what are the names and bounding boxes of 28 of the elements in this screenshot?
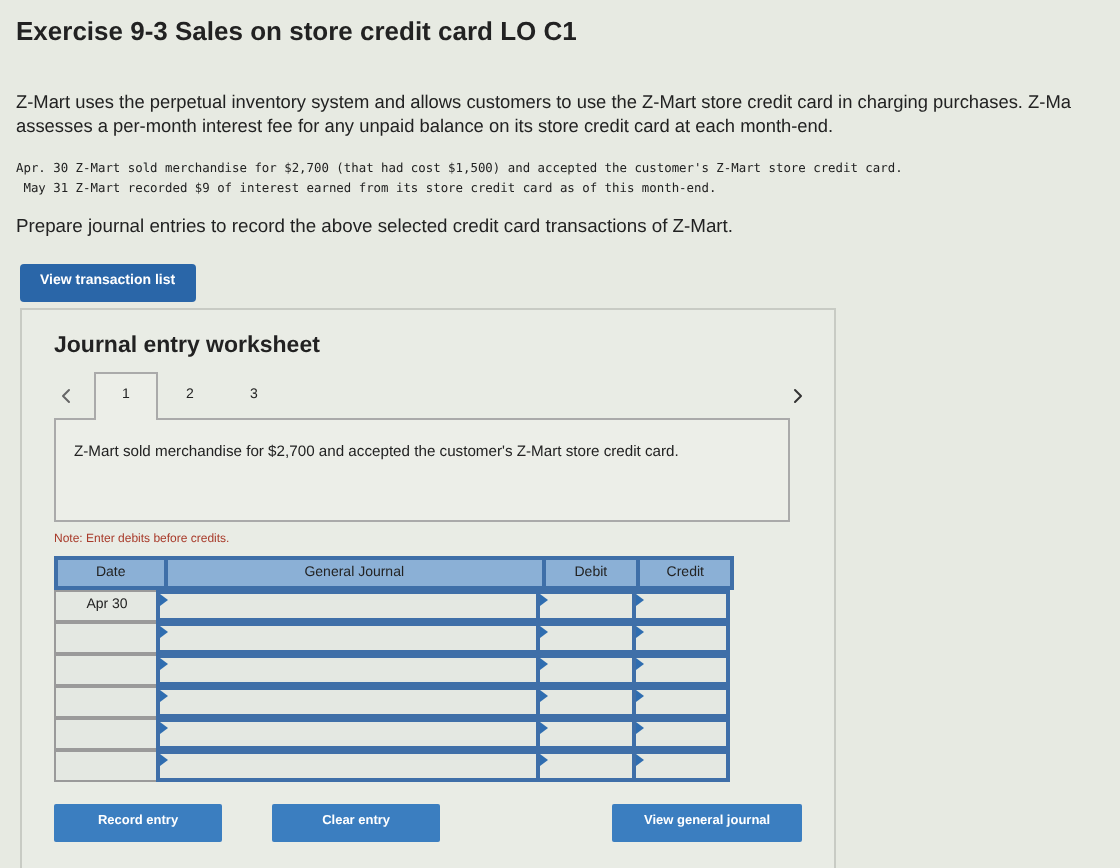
date-cell (54, 685, 160, 718)
date-cell (54, 749, 160, 782)
intro-text: assesses a per-month interest fee for any unpaid balance on its store credit card at each month-end. (16, 113, 836, 137)
entry-field[interactable] (632, 685, 730, 718)
entry-field[interactable] (536, 749, 636, 782)
entry-field[interactable] (632, 653, 730, 686)
date-cell (54, 717, 160, 750)
entry-field[interactable] (156, 621, 540, 654)
entry-field[interactable] (632, 621, 730, 654)
entry-field[interactable] (536, 589, 636, 622)
entry-field[interactable] (536, 685, 636, 718)
intro-text: Z-Mart uses the perpetual inventory system and allows customers to use the Z-Mart store credit card in charging purchases. Z-Ma (16, 89, 1071, 113)
entry-field[interactable] (156, 717, 540, 750)
exercise-title: Exercise 9-3 Sales on store credit card LO C1 (16, 14, 579, 50)
worksheet-heading: Journal entry worksheet (54, 331, 322, 361)
entry-field[interactable] (632, 749, 730, 782)
entry-field[interactable] (536, 653, 636, 686)
entry-field[interactable] (632, 589, 730, 622)
entry-field[interactable] (156, 653, 540, 686)
entry-field[interactable] (156, 589, 540, 622)
entry-field[interactable] (536, 621, 636, 654)
entry-field[interactable] (632, 717, 730, 750)
entry-field[interactable] (156, 685, 540, 718)
instruction-text: Prepare journal entries to record the above selected credit card transactions of Z-Mart. (16, 213, 736, 237)
entry-field[interactable] (536, 717, 636, 750)
date-cell (54, 621, 160, 654)
date-cell (54, 653, 160, 686)
entry-field[interactable] (156, 749, 540, 782)
